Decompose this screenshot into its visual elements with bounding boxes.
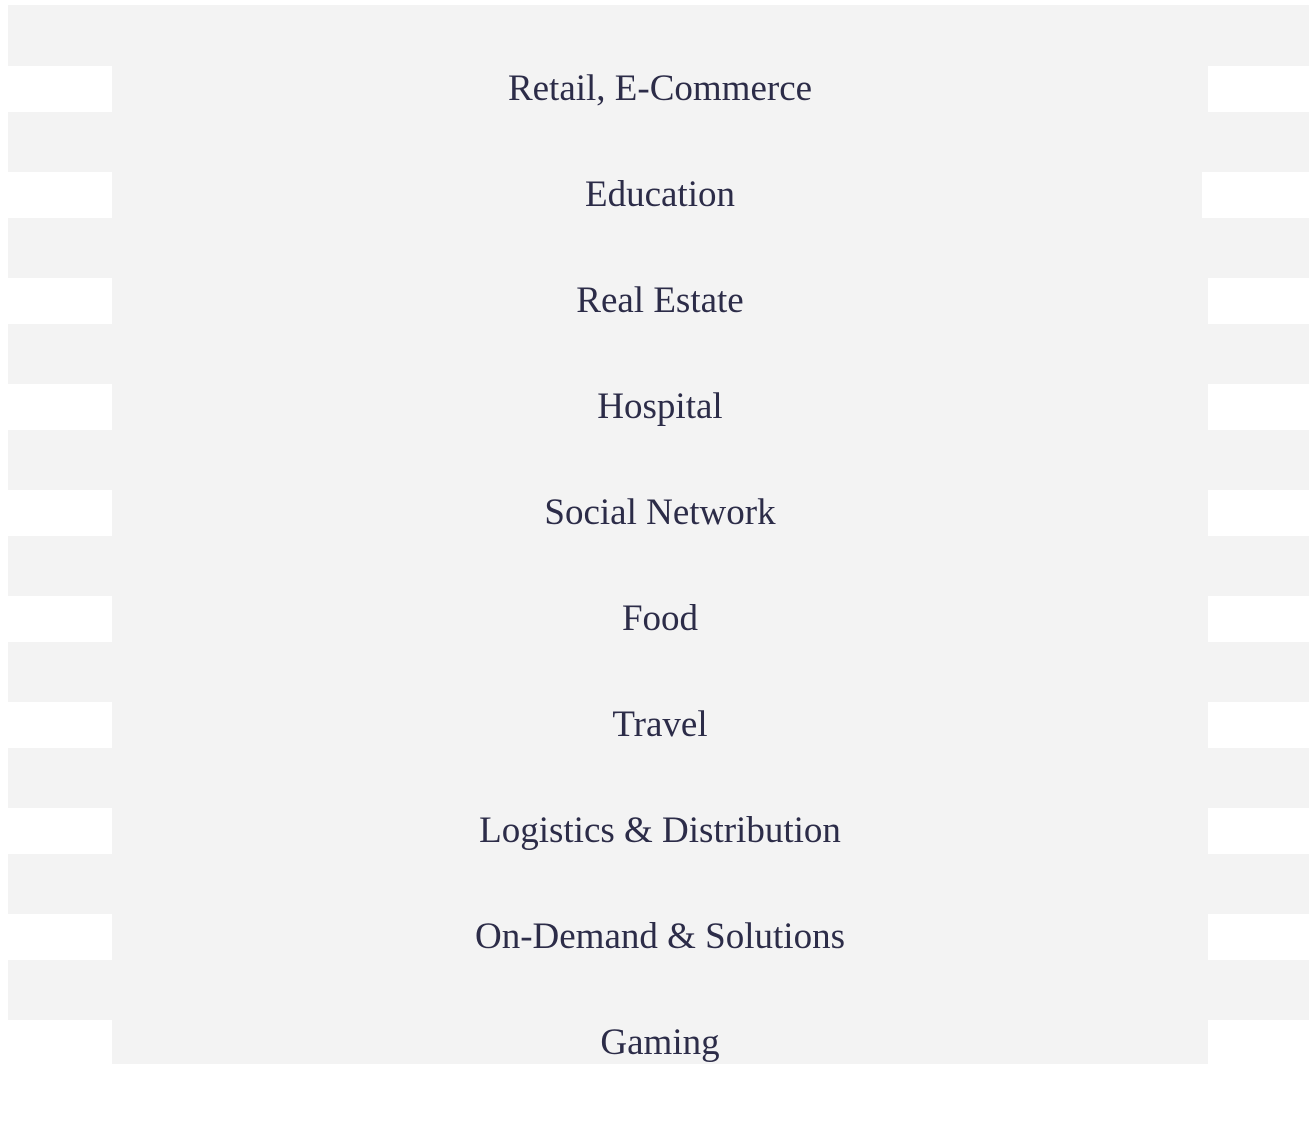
industry-menu-list: Retail, E-Commerce Education Real Estate… bbox=[112, 66, 1208, 1126]
row-edge-right bbox=[1208, 490, 1309, 536]
menu-item-real-estate: Real Estate bbox=[112, 278, 1208, 384]
row-edge-right bbox=[1208, 596, 1309, 642]
menu-link-food[interactable]: Food bbox=[622, 596, 698, 642]
row-edge-left bbox=[8, 490, 112, 536]
menu-link-real-estate[interactable]: Real Estate bbox=[576, 278, 743, 324]
row-edge-left bbox=[8, 702, 112, 748]
menu-item-on-demand-solutions: On-Demand & Solutions bbox=[112, 914, 1208, 1020]
menu-link-social-network[interactable]: Social Network bbox=[544, 490, 775, 536]
menu-link-gaming[interactable]: Gaming bbox=[600, 1020, 719, 1066]
menu-link-logistics-distribution[interactable]: Logistics & Distribution bbox=[479, 808, 841, 854]
row-edge-right bbox=[1208, 1020, 1309, 1064]
row-edge-left bbox=[8, 172, 112, 218]
menu-item-gaming: Gaming bbox=[112, 1020, 1208, 1126]
menu-item-travel: Travel bbox=[112, 702, 1208, 808]
menu-item-hospital: Hospital bbox=[112, 384, 1208, 490]
menu-link-hospital[interactable]: Hospital bbox=[597, 384, 722, 430]
menu-item-social-network: Social Network bbox=[112, 490, 1208, 596]
row-edge-right bbox=[1208, 66, 1309, 112]
menu-item-logistics-distribution: Logistics & Distribution bbox=[112, 808, 1208, 914]
row-edge-right bbox=[1202, 172, 1309, 218]
row-edge-left bbox=[8, 278, 112, 324]
row-edge-left bbox=[8, 596, 112, 642]
row-edge-right bbox=[1208, 278, 1309, 324]
row-edge-right bbox=[1208, 384, 1309, 430]
menu-link-retail-ecommerce[interactable]: Retail, E-Commerce bbox=[508, 66, 812, 112]
row-edge-right bbox=[1208, 808, 1309, 854]
menu-item-food: Food bbox=[112, 596, 1208, 702]
row-edge-right bbox=[1208, 914, 1309, 960]
menu-link-travel[interactable]: Travel bbox=[612, 702, 707, 748]
menu-link-on-demand-solutions[interactable]: On-Demand & Solutions bbox=[475, 914, 845, 960]
row-edge-right bbox=[1208, 702, 1309, 748]
menu-item-education: Education bbox=[112, 172, 1208, 278]
row-edge-left bbox=[8, 66, 112, 112]
menu-link-education[interactable]: Education bbox=[585, 172, 735, 218]
row-edge-left bbox=[8, 808, 112, 854]
menu-item-retail-ecommerce: Retail, E-Commerce bbox=[112, 66, 1208, 172]
row-edge-left bbox=[8, 914, 112, 960]
row-edge-left bbox=[8, 1020, 112, 1064]
row-edge-left bbox=[8, 384, 112, 430]
industry-menu-panel: Retail, E-Commerce Education Real Estate… bbox=[8, 5, 1309, 1064]
